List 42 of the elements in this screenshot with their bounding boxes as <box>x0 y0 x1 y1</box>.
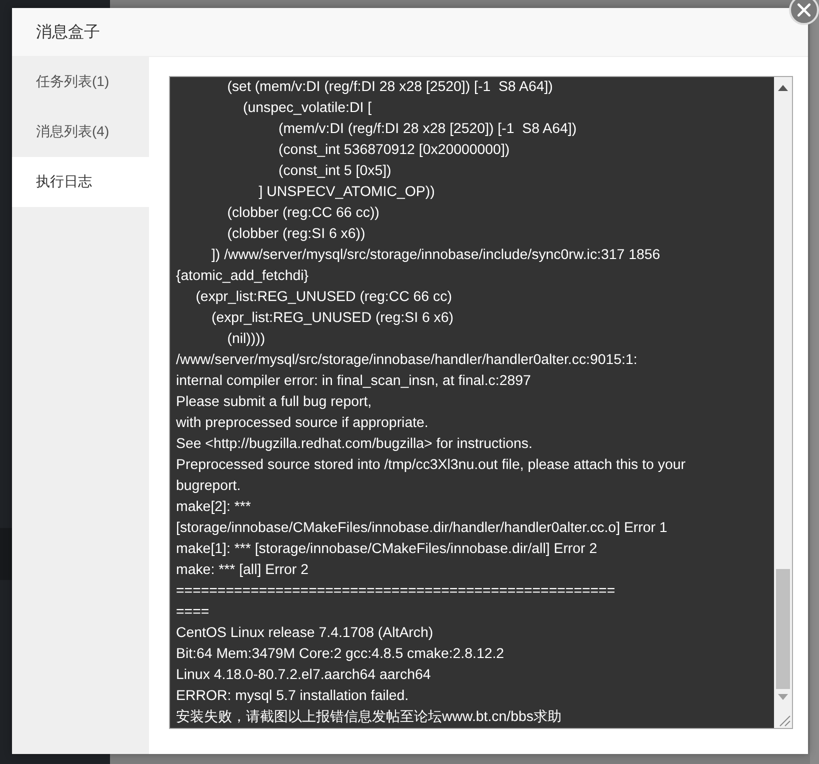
log-line: (nil)))) <box>226 330 266 349</box>
log-line: (const_int 536870912 [0x20000000]) <box>277 141 511 160</box>
log-line: (unspec_volatile:DI [ <box>242 99 373 118</box>
scroll-down-icon[interactable] <box>778 694 788 700</box>
log-line: CentOS Linux release 7.4.1708 (AltArch) <box>176 624 434 643</box>
log-line: internal compiler error: in final_scan_insn, at final.c:2897 <box>176 372 532 391</box>
log-line: Please submit a full bug report, <box>176 393 373 412</box>
scroll-up-icon[interactable] <box>778 85 788 91</box>
log-line: (clobber (reg:SI 6 x6)) <box>226 225 366 244</box>
log-line: make[1]: *** [storage/innobase/CMakeFiles/innobase.dir/all] Error 2 <box>176 540 598 559</box>
log-line: Bit:64 Mem:3479M Core:2 gcc:4.8.5 cmake:2.8.12.2 <box>176 645 506 664</box>
log-line: 安装失败，请截图以上报错信息发帖至论坛www.bt.cn/bbs求助 <box>176 708 562 727</box>
log-line: bugreport. <box>176 477 242 496</box>
log-line: make[2]: *** <box>176 498 252 517</box>
log-line: [storage/innobase/CMakeFiles/innobase.dir/handler/handler0alter.cc.o] Error 1 <box>176 519 668 538</box>
log-line: ERROR: mysql 5.7 installation failed. <box>176 687 410 706</box>
resize-grip-icon[interactable] <box>777 713 791 727</box>
dialog-title: 消息盒子 <box>36 22 100 42</box>
log-line: ===================================================== <box>176 582 616 601</box>
scrollbar[interactable] <box>774 77 792 728</box>
log-line: (mem/v:DI (reg/f:DI 28 x28 [2520]) [-1 S8 A64]) <box>277 120 578 139</box>
log-line: See <http://bugzilla.redhat.com/bugzilla> for instructions. <box>176 435 534 454</box>
sidebar-tab[interactable]: 任务列表(1) <box>12 57 149 107</box>
log-textarea[interactable] <box>169 76 793 729</box>
close-icon <box>795 1 813 19</box>
log-line: (set (mem/v:DI (reg/f:DI 28 x28 [2520]) [-1 S8 A64]) <box>226 78 554 97</box>
scroll-thumb[interactable] <box>776 569 790 689</box>
log-line: ] UNSPECV_ATOMIC_OP)) <box>258 183 436 202</box>
log-line: (expr_list:REG_UNUSED (reg:SI 6 x6) <box>210 309 455 328</box>
log-line: /www/server/mysql/src/storage/innobase/handler/handler0alter.cc:9015:1: <box>176 351 638 370</box>
sidebar-tab[interactable]: 消息列表(4) <box>12 107 149 157</box>
sidebar-tab[interactable]: 执行日志 <box>12 157 149 207</box>
log-line: (clobber (reg:CC 66 cc)) <box>226 204 380 223</box>
log-line: Preprocessed source stored into /tmp/cc3Xl3nu.out file, please attach this to your <box>176 456 686 475</box>
log-line: make: *** [all] Error 2 <box>176 561 310 580</box>
log-line: ==== <box>176 603 210 622</box>
log-line: (const_int 5 [0x5]) <box>277 162 392 181</box>
log-line: (expr_list:REG_UNUSED (reg:CC 66 cc) <box>194 288 453 307</box>
log-line: ]) /www/server/mysql/src/storage/innobase/include/sync0rw.ic:317 1856 <box>210 246 662 265</box>
log-line: Linux 4.18.0-80.7.2.el7.aarch64 aarch64 <box>176 666 432 685</box>
log-line: {atomic_add_fetchdi} <box>176 267 310 286</box>
log-line: with preprocessed source if appropriate. <box>176 414 430 433</box>
